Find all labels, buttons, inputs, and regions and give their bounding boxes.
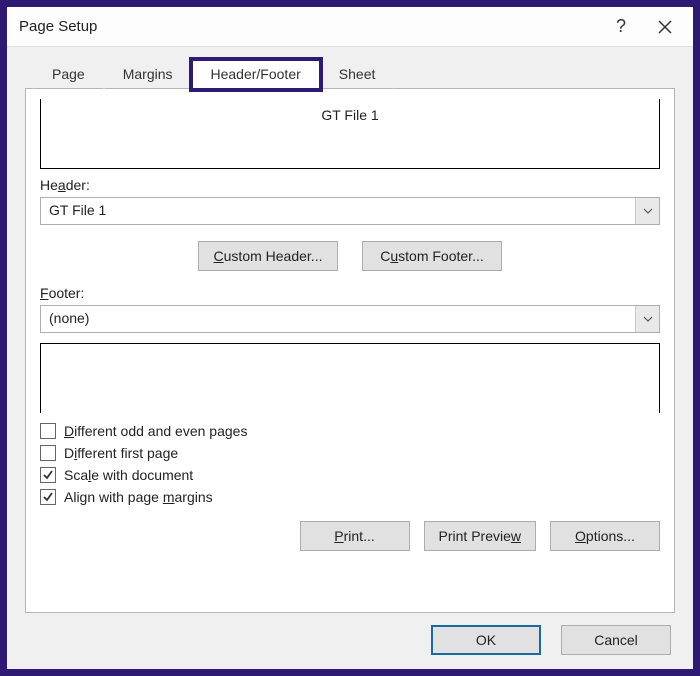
checkbox-icon	[40, 445, 56, 461]
ok-button[interactable]: OK	[431, 625, 541, 655]
custom-footer-button[interactable]: Custom Footer...	[362, 241, 502, 271]
header-footer-panel: GT File 1 Header: GT File 1 Custom Heade…	[25, 89, 675, 613]
check-align-with-page-margins[interactable]: Align with page margins	[40, 489, 660, 505]
header-preview: GT File 1	[40, 99, 660, 169]
header-combo-value: GT File 1	[41, 198, 635, 224]
header-preview-text: GT File 1	[321, 107, 378, 123]
dialog-action-row: OK Cancel	[25, 613, 675, 655]
print-button[interactable]: Print...	[300, 521, 410, 551]
custom-buttons-row: Custom Header... Custom Footer...	[40, 241, 660, 271]
tab-header-footer[interactable]: Header/Footer	[192, 60, 320, 89]
cancel-button[interactable]: Cancel	[561, 625, 671, 655]
footer-label: Footer:	[40, 285, 660, 301]
header-combo[interactable]: GT File 1	[40, 197, 660, 225]
checkbox-icon	[40, 489, 56, 505]
checkbox-icon	[40, 467, 56, 483]
panel-action-row: Print... Print Preview Options...	[40, 521, 660, 551]
help-button[interactable]: ?	[599, 7, 643, 47]
checkbox-icon	[40, 423, 56, 439]
titlebar: Page Setup ?	[7, 7, 693, 47]
close-icon	[658, 20, 672, 34]
footer-combo-value: (none)	[41, 306, 635, 332]
print-preview-button[interactable]: Print Preview	[424, 521, 536, 551]
footer-combo[interactable]: (none)	[40, 305, 660, 333]
tab-sheet[interactable]: Sheet	[320, 60, 395, 89]
tab-strip: Page Margins Header/Footer Sheet	[25, 57, 675, 89]
header-label: Header:	[40, 177, 660, 193]
window-title: Page Setup	[19, 18, 599, 35]
custom-header-button[interactable]: Custom Header...	[198, 241, 338, 271]
options-button[interactable]: Options...	[550, 521, 660, 551]
header-combo-dropdown[interactable]	[635, 198, 659, 224]
chevron-down-icon	[643, 316, 653, 322]
chevron-down-icon	[643, 208, 653, 214]
check-scale-with-document[interactable]: Scale with document	[40, 467, 660, 483]
footer-preview	[40, 343, 660, 413]
check-different-first-page[interactable]: Different first page	[40, 445, 660, 461]
tab-margins[interactable]: Margins	[104, 60, 192, 89]
check-different-odd-even[interactable]: Different odd and even pages	[40, 423, 660, 439]
checkbox-group: Different odd and even pages Different f…	[40, 423, 660, 505]
page-setup-dialog: Page Setup ? Page Margins Header/Footer …	[0, 0, 700, 676]
tab-page[interactable]: Page	[33, 60, 104, 89]
close-button[interactable]	[643, 7, 687, 47]
dialog-body: Page Margins Header/Footer Sheet GT File…	[7, 47, 693, 669]
footer-combo-dropdown[interactable]	[635, 306, 659, 332]
